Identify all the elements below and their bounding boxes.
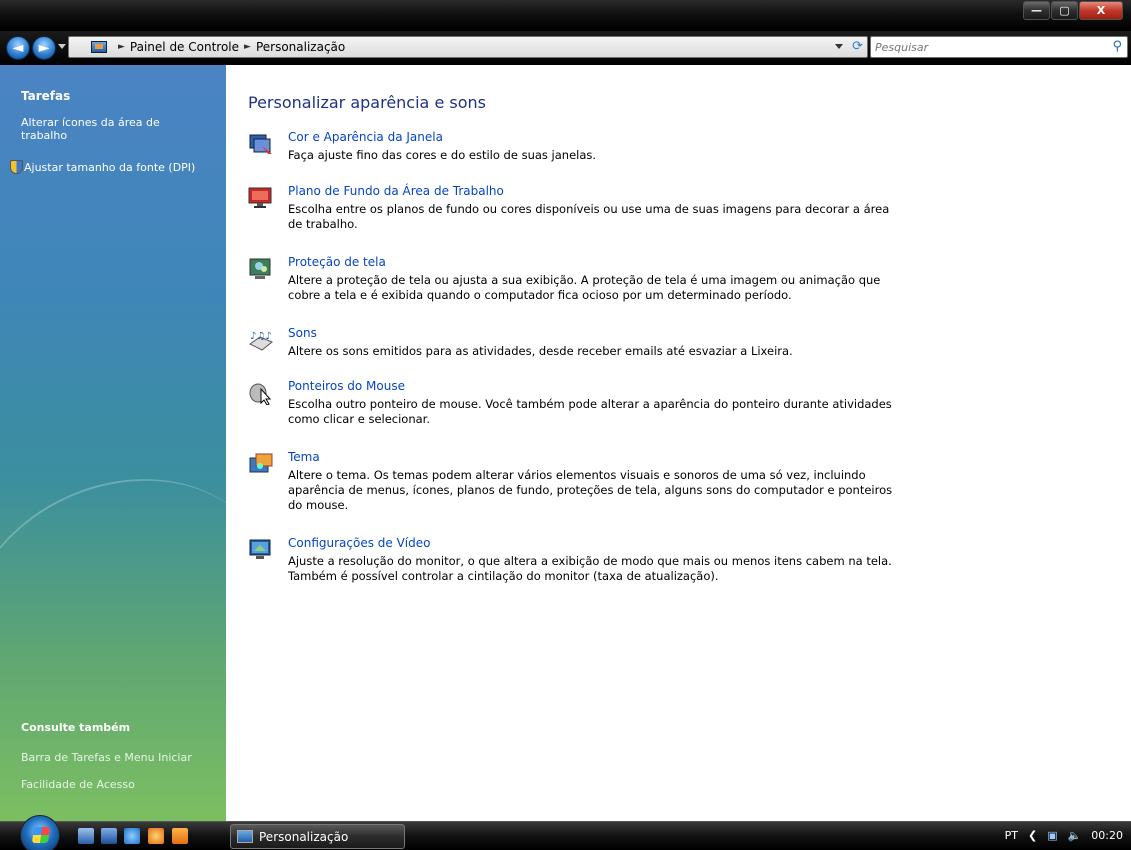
sounds-icon: ♪♫♪ [249,331,273,351]
recent-pages-dropdown[interactable] [58,44,66,49]
taskbar-window-title: Personalização [259,829,349,844]
screensaver-icon [249,258,271,279]
mouse-pointers-link[interactable]: Ponteiros do Mouse [288,379,405,393]
chevron-right-icon: ► [118,42,125,52]
control-panel-icon [237,830,253,843]
taskbar-window-button[interactable]: Personalização [230,824,405,849]
window-color-link[interactable]: Cor e Aparência da Janela [288,130,443,144]
network-icon[interactable]: ▣ [1047,829,1057,842]
display-settings-icon [249,539,271,559]
decorative-wave [0,429,226,801]
screensaver-link[interactable]: Proteção de tela [288,255,386,269]
item-description: Altere a proteção de tela ou ajusta a su… [288,273,881,302]
show-desktop-icon[interactable] [78,828,94,844]
title-bar: — ▢ X [0,0,1131,31]
back-button[interactable]: ◄ [6,36,30,60]
search-icon[interactable]: ⚲ [1112,39,1122,54]
item-description: Altere o tema. Os temas podem alterar vá… [288,468,893,512]
system-tray: PT ❮ ▣ 🔈 00:20 [1005,829,1123,842]
start-button[interactable] [20,815,60,850]
address-bar[interactable]: ► Painel de Controle ► Personalização ⟳ [68,36,868,58]
window-color-icon [249,134,272,154]
refresh-icon[interactable]: ⟳ [852,39,863,54]
search-input[interactable] [875,37,1095,57]
shield-icon [10,160,23,174]
volume-icon[interactable]: 🔈 [1068,829,1082,842]
mouse-pointer-icon [249,383,272,405]
minimize-button[interactable]: — [1023,1,1050,20]
item-description: Ajuste a resolução do monitor, o que alt… [288,554,892,583]
forward-button[interactable]: ► [32,36,56,60]
page-title: Personalizar aparência e sons [248,93,486,112]
display-settings-link[interactable]: Configurações de Vídeo [288,536,430,550]
firefox-icon[interactable] [148,828,164,844]
ease-of-access-link[interactable]: Facilidade de Acesso [21,778,135,791]
desktop-background-link[interactable]: Plano de Fundo da Área de Trabalho [288,184,504,198]
item-description: Altere os sons emitidos para as atividad… [288,344,793,358]
theme-icon [249,453,273,473]
breadcrumb-control-panel[interactable]: Painel de Controle [130,40,239,54]
media-player-icon[interactable] [172,828,188,844]
clock[interactable]: 00:20 [1091,829,1123,842]
internet-explorer-icon[interactable] [124,828,140,844]
maximize-button[interactable]: ▢ [1051,1,1078,20]
chevron-right-icon: ► [244,42,251,52]
item-description: Escolha outro ponteiro de mouse. Você ta… [288,397,892,426]
taskbar: Personalização PT ❮ ▣ 🔈 00:20 [0,815,1131,850]
see-also-heading: Consulte também [21,721,131,734]
svg-text:♪♫♪: ♪♫♪ [250,331,272,342]
language-indicator[interactable]: PT [1005,829,1018,842]
taskbar-start-menu-link[interactable]: Barra de Tarefas e Menu Iniciar [21,751,192,764]
navigation-bar: ◄ ► ► Painel de Controle ► Personalizaçã… [0,31,1131,65]
switch-windows-icon[interactable] [101,828,117,844]
control-panel-icon [91,41,107,53]
change-desktop-icons-link[interactable]: Alterar ícones da área de trabalho [21,116,191,142]
task-pane: Tarefas Alterar ícones da área de trabal… [0,65,226,821]
breadcrumb-personalization[interactable]: Personalização [256,40,345,54]
adjust-font-size-link[interactable]: Ajustar tamanho da fonte (DPI) [24,161,195,174]
item-description: Escolha entre os planos de fundo ou core… [288,202,890,231]
address-dropdown-icon[interactable] [835,44,843,49]
main-content: Personalizar aparência e sons Cor e Apar… [226,65,1131,821]
tasks-heading: Tarefas [21,89,71,103]
close-button[interactable]: X [1079,1,1123,20]
show-hidden-icons-icon[interactable]: ❮ [1028,829,1037,842]
theme-link[interactable]: Tema [288,450,320,464]
desktop-background-icon [248,187,272,208]
window-controls: — ▢ X [1023,1,1123,20]
item-description: Faça ajuste fino das cores e do estilo d… [288,148,597,162]
sounds-link[interactable]: Sons [288,326,317,340]
search-box[interactable]: ⚲ [870,36,1128,58]
